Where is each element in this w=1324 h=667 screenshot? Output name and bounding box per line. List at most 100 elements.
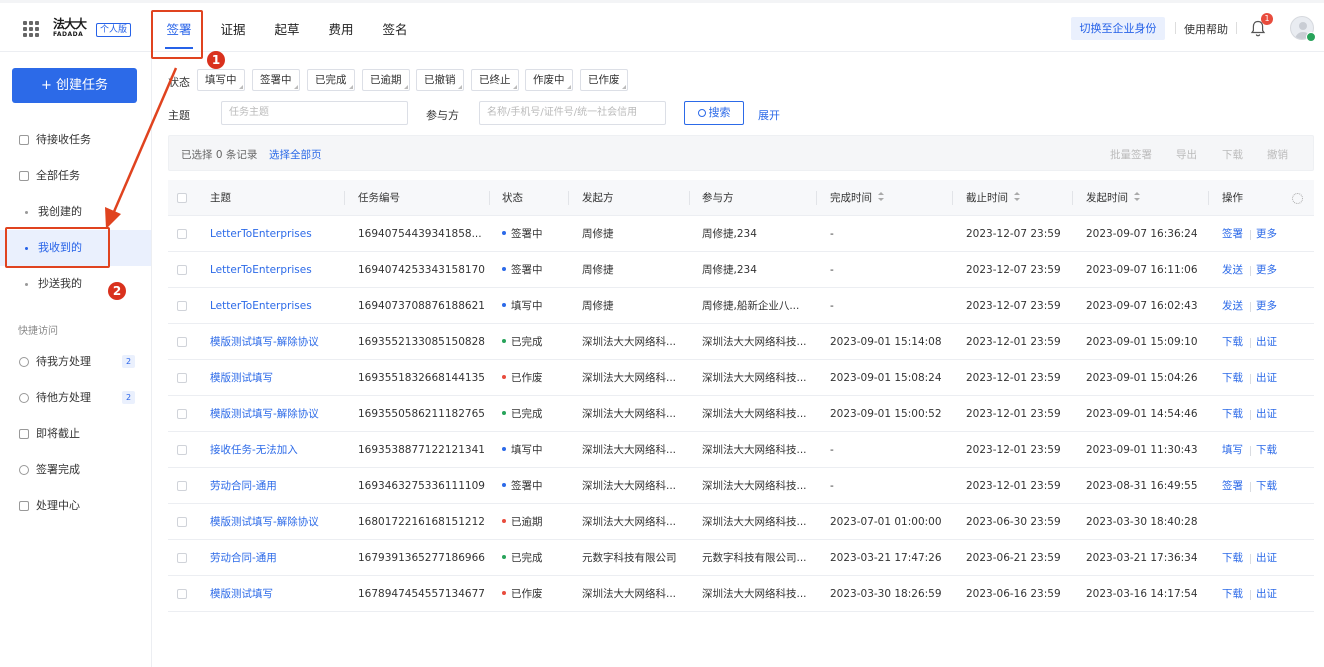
cell-subject-link[interactable]: 模版测试填写-解除协议	[210, 324, 340, 360]
table-row[interactable]: 模版测试填写 1693551832668144135 已作废 深圳法大大网络科... 深…	[168, 360, 1314, 396]
tab-fees[interactable]: 费用	[314, 10, 368, 50]
row-action-link[interactable]: 更多	[1256, 216, 1277, 252]
table-row[interactable]: 模版测试填写 1678947454557134677 已作废 深圳法大大网络科... 深…	[168, 576, 1314, 612]
row-action-link[interactable]: 下载	[1222, 360, 1243, 396]
row-checkbox[interactable]	[177, 481, 187, 491]
sidebar-item-created-by-me[interactable]: 我创建的	[0, 194, 151, 230]
table-row[interactable]: 模版测试填写-解除协议 1693550586211182765 已完成 深圳法大大网络…	[168, 396, 1314, 432]
row-action-link[interactable]: 签署	[1222, 468, 1243, 504]
cell-subject-link[interactable]: 模版测试填写	[210, 360, 340, 396]
row-checkbox[interactable]	[177, 229, 187, 239]
table-row[interactable]: 接收任务-无法加入 1693538877122121341 填写中 深圳法大大网络科.…	[168, 432, 1314, 468]
row-action-link[interactable]: 填写	[1222, 432, 1243, 468]
sort-icon[interactable]	[878, 192, 884, 202]
row-action-link[interactable]: 出证	[1256, 324, 1277, 360]
row-action-link[interactable]: 签署	[1222, 216, 1243, 252]
status-chip-revoked[interactable]: 已撤销	[416, 69, 464, 91]
bullet-icon	[25, 211, 28, 214]
cell-task-id: 1679391365277186966	[358, 552, 485, 564]
sort-icon[interactable]	[1134, 192, 1140, 202]
status-chip-terminated[interactable]: 已终止	[471, 69, 519, 91]
row-checkbox[interactable]	[177, 301, 187, 311]
tab-signature[interactable]: 签名	[368, 10, 422, 50]
row-checkbox[interactable]	[177, 445, 187, 455]
row-action-link[interactable]: 出证	[1256, 360, 1277, 396]
row-action-link[interactable]: 发送	[1222, 288, 1243, 324]
row-action-link[interactable]: 出证	[1256, 540, 1277, 576]
table-row[interactable]: 劳动合同-通用 1679391365277186966 已完成 元数字科技有限公司 元数…	[168, 540, 1314, 576]
sidebar-item-signed[interactable]: 签署完成	[0, 452, 151, 488]
switch-enterprise-button[interactable]: 切换至企业身份	[1071, 17, 1165, 40]
gear-icon[interactable]	[1292, 193, 1303, 204]
sidebar-item-my-pending[interactable]: 待我方处理 2	[0, 344, 151, 380]
subject-input[interactable]: 任务主题	[221, 101, 408, 125]
col-start-time[interactable]: 发起时间	[1086, 180, 1140, 216]
row-checkbox[interactable]	[177, 373, 187, 383]
sidebar-item-pending-receive[interactable]: 待接收任务	[0, 122, 151, 158]
party-input[interactable]: 名称/手机号/证件号/统一社会信用	[479, 101, 666, 125]
col-start-time-label: 发起时间	[1086, 192, 1128, 204]
status-chip-signing[interactable]: 签署中	[252, 69, 300, 91]
row-action-link[interactable]: 更多	[1256, 288, 1277, 324]
table-row[interactable]: LetterToEnterprises 1694074253343158170 签署…	[168, 252, 1314, 288]
fadada-logo[interactable]: 法大大 FADADA	[53, 18, 93, 42]
row-action-link[interactable]: 下载	[1222, 396, 1243, 432]
cell-subject-link[interactable]: 接收任务-无法加入	[210, 432, 340, 468]
table-row[interactable]: 模版测试填写-解除协议 1680172216168151212 已逾期 深圳法大大网络…	[168, 504, 1314, 540]
row-action-link[interactable]: 出证	[1256, 576, 1277, 612]
row-action-link[interactable]: 下载	[1222, 324, 1243, 360]
cell-subject-link[interactable]: LetterToEnterprises	[210, 216, 340, 252]
sort-icon[interactable]	[1014, 192, 1020, 202]
help-link[interactable]: 使用帮助	[1184, 21, 1228, 37]
status-chip-overdue[interactable]: 已逾期	[362, 69, 410, 91]
create-task-button[interactable]: + 创建任务	[12, 68, 137, 103]
sidebar-item-expiring[interactable]: 即将截止	[0, 416, 151, 452]
revoke-button[interactable]: 撤销	[1267, 147, 1288, 162]
search-button[interactable]: 搜索	[684, 101, 744, 125]
cell-subject-link[interactable]: LetterToEnterprises	[210, 288, 340, 324]
sidebar-item-processing-center[interactable]: 处理中心	[0, 488, 151, 524]
status-chip-voiding[interactable]: 作废中	[525, 69, 573, 91]
status-chip-voided[interactable]: 已作废	[580, 69, 628, 91]
row-checkbox[interactable]	[177, 265, 187, 275]
cell-subject-link[interactable]: 劳动合同-通用	[210, 468, 340, 504]
row-checkbox[interactable]	[177, 409, 187, 419]
download-button[interactable]: 下载	[1222, 147, 1243, 162]
row-action-link[interactable]: 下载	[1256, 432, 1277, 468]
select-all-checkbox[interactable]	[177, 193, 187, 203]
table-row[interactable]: LetterToEnterprises 1694073708876188621 填写…	[168, 288, 1314, 324]
sidebar-item-others-pending[interactable]: 待他方处理 2	[0, 380, 151, 416]
table-row[interactable]: 模版测试填写-解除协议 1693552133085150828 已完成 深圳法大大网络…	[168, 324, 1314, 360]
cell-subject-link[interactable]: 模版测试填写-解除协议	[210, 504, 340, 540]
row-checkbox[interactable]	[177, 337, 187, 347]
col-done-time[interactable]: 完成时间	[830, 180, 884, 216]
export-button[interactable]: 导出	[1176, 147, 1197, 162]
row-action-link[interactable]: 下载	[1222, 540, 1243, 576]
cell-subject-link[interactable]: 劳动合同-通用	[210, 540, 340, 576]
bulk-sign-button[interactable]: 批量签署	[1110, 147, 1152, 162]
cell-subject-link[interactable]: 模版测试填写	[210, 576, 340, 612]
expand-link[interactable]: 展开	[758, 107, 780, 123]
status-text: 已完成	[511, 408, 543, 420]
row-action-link[interactable]: 发送	[1222, 252, 1243, 288]
sidebar-item-cc-me[interactable]: 抄送我的	[0, 266, 151, 302]
row-checkbox[interactable]	[177, 553, 187, 563]
cell-subject-link[interactable]: 模版测试填写-解除协议	[210, 396, 340, 432]
sidebar-item-all-tasks[interactable]: 全部任务	[0, 158, 151, 194]
row-action-link[interactable]: 更多	[1256, 252, 1277, 288]
table-row[interactable]: 劳动合同-通用 1693463275336111109 签署中 深圳法大大网络科...…	[168, 468, 1314, 504]
cell-subject-link[interactable]: LetterToEnterprises	[210, 252, 340, 288]
row-action-link[interactable]: 下载	[1222, 576, 1243, 612]
status-chip-completed[interactable]: 已完成	[307, 69, 355, 91]
row-checkbox[interactable]	[177, 517, 187, 527]
status-chip-filling[interactable]: 填写中	[197, 69, 245, 91]
row-action-link[interactable]: 下载	[1256, 468, 1277, 504]
select-all-pages-link[interactable]: 选择全部页	[269, 147, 322, 162]
row-checkbox[interactable]	[177, 589, 187, 599]
col-deadline[interactable]: 截止时间	[966, 180, 1020, 216]
table-row[interactable]: LetterToEnterprises 16940754439341858... 签…	[168, 216, 1314, 252]
tab-evidence[interactable]: 证据	[206, 10, 260, 50]
app-grid-icon[interactable]	[23, 21, 39, 37]
tab-draft[interactable]: 起草	[260, 10, 314, 50]
row-action-link[interactable]: 出证	[1256, 396, 1277, 432]
